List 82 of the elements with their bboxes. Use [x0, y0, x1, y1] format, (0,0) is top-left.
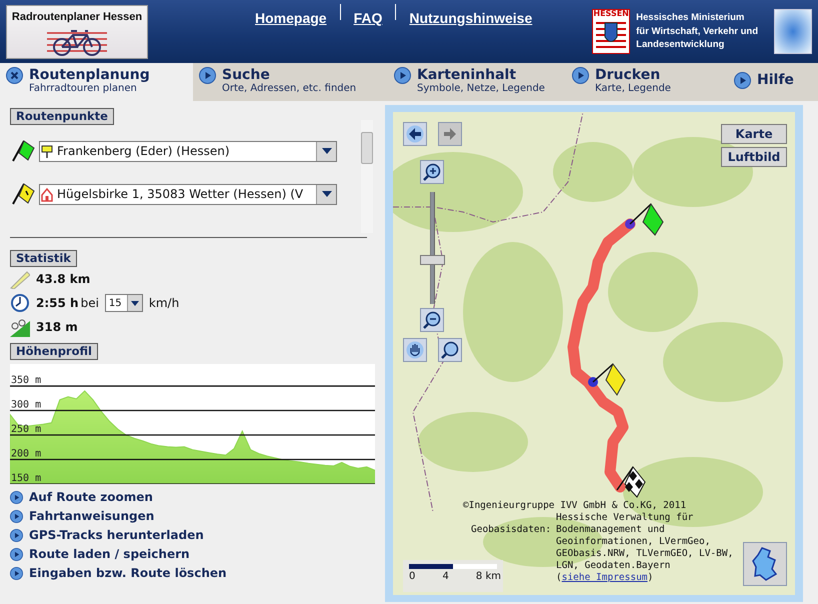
action-link[interactable]: Fahrtanweisungen: [10, 507, 377, 526]
house-icon: [40, 186, 54, 202]
axis-tick-label: 200 m: [11, 448, 42, 460]
ruler-icon: [10, 269, 30, 289]
pan-hand-button[interactable]: [403, 338, 427, 362]
source-text: Hessische Verwaltung für Bodenmanagement und Geoinformationen, LVermGeo, GEObasis.NRW, TLVermGEO, LV-BW, LGN, Geodaten.Bayern (siehe Impressum): [556, 512, 734, 584]
dropdown-button[interactable]: [316, 184, 336, 204]
caret-icon: [130, 300, 139, 306]
forward-arrow-icon: [441, 125, 459, 143]
map-layer-button[interactable]: Luftbild: [721, 147, 787, 167]
axis-tick-label: 350 m: [11, 375, 42, 386]
climb-value: 318 m: [36, 319, 78, 336]
scale-label: 4: [442, 570, 449, 584]
search-button[interactable]: [438, 338, 462, 362]
tab[interactable]: Suche Orte, Adressen, etc. finden: [193, 63, 388, 101]
play-icon[interactable]: [199, 67, 216, 84]
nav-link[interactable]: Homepage: [255, 8, 327, 29]
tab[interactable]: Hilfe: [728, 63, 818, 101]
scrollbar[interactable]: [361, 120, 373, 233]
scale-label: 0: [409, 570, 416, 584]
via-flag-icon: [10, 181, 36, 207]
play-icon: [10, 529, 23, 542]
state-label: HESSEN: [593, 10, 629, 19]
zoom-in-button[interactable]: [420, 160, 444, 184]
play-icon: [10, 510, 23, 523]
slider-thumb[interactable]: [420, 255, 445, 265]
caret-icon: [322, 191, 332, 197]
speed-select[interactable]: 15: [104, 294, 143, 312]
close-icon[interactable]: [6, 67, 23, 84]
logo-title: Radroutenplaner Hessen: [12, 10, 142, 24]
pan-hand-icon: [406, 341, 424, 359]
caret-icon: [322, 148, 332, 154]
overview-map-button[interactable]: [743, 542, 787, 586]
nav-link[interactable]: Nutzungshinweise: [409, 8, 532, 29]
section-heading: Statistik: [10, 250, 77, 267]
logo[interactable]: Radroutenplaner Hessen: [6, 4, 148, 58]
action-link[interactable]: Auf Route zoomen: [10, 488, 377, 507]
tab[interactable]: Drucken Karte, Legende: [566, 63, 728, 101]
speed-prefix: bei: [80, 295, 99, 312]
tab[interactable]: Karteninhalt Symbole, Netze, Legende: [388, 63, 566, 101]
zoom-out-button[interactable]: [420, 308, 444, 332]
copyright-text: ©Ingenieurgruppe IVV GmbH & Co.KG, 2011: [463, 500, 686, 512]
action-link[interactable]: Route laden / speichern: [10, 545, 377, 564]
back-arrow-button[interactable]: [403, 122, 427, 146]
source-label: Geobasisdaten:: [471, 524, 552, 536]
route-point-select[interactable]: Frankenberg (Eder) (Hessen): [39, 140, 337, 162]
cyclist-climb-icon: [10, 317, 30, 337]
map-layer-button[interactable]: Karte: [721, 124, 787, 144]
clock-icon: [10, 293, 30, 313]
signpost-icon: [40, 144, 54, 158]
impressum-link[interactable]: siehe Impressum: [562, 572, 648, 583]
back-arrow-icon: [406, 125, 424, 143]
section-heading: Höhenprofil: [10, 343, 98, 360]
search-icon: [441, 341, 459, 359]
ministry-name: Hessisches Ministerium für Wirtschaft, Verkehr und Landesentwicklung: [636, 10, 758, 52]
finish-flag-icon: [616, 466, 646, 498]
start-flag-icon: [625, 202, 664, 236]
play-icon: [10, 548, 23, 561]
play-icon: [10, 491, 23, 504]
start-flag-icon: [10, 138, 36, 164]
speed-unit: km/h: [148, 295, 180, 312]
ivm-logo: [774, 9, 812, 54]
axis-tick-label: 250 m: [11, 424, 42, 436]
via-flag-icon: [588, 363, 626, 396]
nav-link[interactable]: FAQ: [354, 8, 382, 29]
play-icon[interactable]: [734, 72, 751, 88]
axis-tick-label: 150 m: [11, 473, 42, 484]
dropdown-button[interactable]: [316, 142, 336, 160]
distance-value: 43.8 km: [36, 271, 90, 288]
axis-tick-label: 300 m: [11, 400, 42, 411]
route-point-select[interactable]: Hügelsbirke 1, 35083 Wetter (Hessen) (V: [39, 184, 337, 204]
zoom-out-icon: [423, 311, 441, 329]
play-icon[interactable]: [394, 67, 411, 84]
action-link[interactable]: GPS-Tracks herunterladen: [10, 526, 377, 545]
section-heading: Routenpunkte: [10, 108, 114, 125]
region-outline-icon: [752, 547, 778, 581]
zoom-in-icon: [423, 163, 441, 181]
duration-value: 2:55 h: [36, 295, 79, 312]
play-icon: [10, 567, 23, 580]
scale-label: 8 km: [476, 570, 501, 584]
action-link[interactable]: Eingaben bzw. Route löschen: [10, 564, 377, 583]
play-icon[interactable]: [572, 67, 589, 84]
